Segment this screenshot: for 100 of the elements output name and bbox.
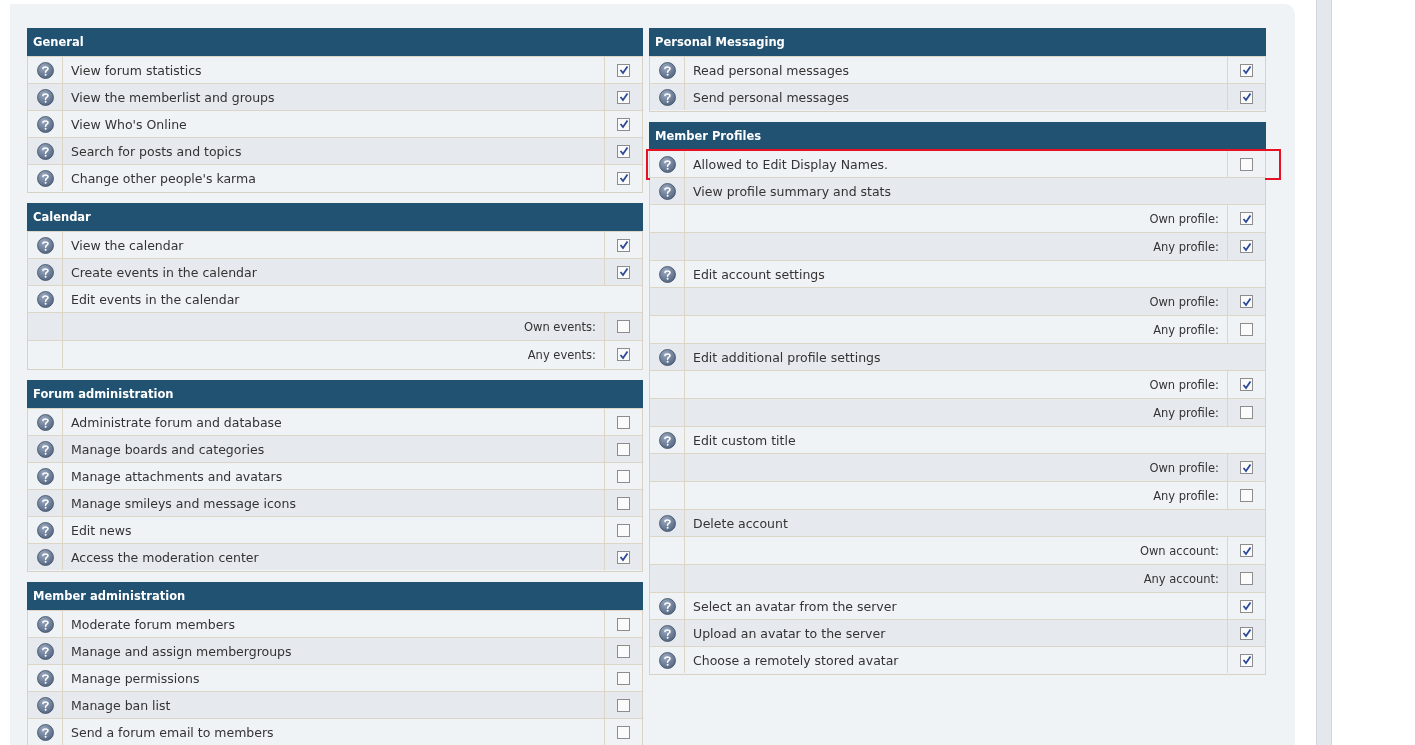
checkbox[interactable] — [617, 523, 630, 537]
checkbox[interactable] — [1240, 157, 1253, 171]
permission-label: Moderate forum members — [71, 616, 235, 632]
permission-label: Choose a remotely stored avatar — [693, 652, 899, 668]
help-icon[interactable] — [658, 155, 676, 173]
checkbox[interactable] — [617, 348, 630, 361]
checkbox[interactable] — [1240, 295, 1253, 308]
help-icon[interactable] — [36, 413, 54, 431]
help-icon[interactable] — [658, 514, 676, 532]
help-icon[interactable] — [658, 61, 676, 79]
help-icon[interactable] — [36, 142, 54, 160]
checkbox[interactable] — [617, 265, 630, 279]
help-icon[interactable] — [658, 265, 676, 283]
checkbox[interactable] — [1240, 489, 1253, 502]
checkbox[interactable] — [617, 442, 630, 456]
help-icon[interactable] — [658, 431, 676, 449]
checkbox[interactable] — [617, 90, 630, 104]
checkbox[interactable] — [1240, 572, 1253, 585]
section-header: Member Profiles — [649, 122, 1266, 150]
checkbox[interactable] — [1240, 653, 1253, 667]
checkbox[interactable] — [1240, 240, 1253, 253]
checkbox[interactable] — [1240, 378, 1253, 391]
permission-label: Read personal messages — [693, 62, 850, 78]
permission-label: Allowed to Edit Display Names. — [693, 156, 889, 172]
help-icon[interactable] — [36, 615, 54, 633]
help-icon[interactable] — [658, 597, 676, 615]
section-header: General — [27, 28, 643, 56]
section-header: Calendar — [27, 203, 643, 231]
checkbox[interactable] — [617, 144, 630, 158]
checkbox[interactable] — [617, 496, 630, 510]
option-label: Own profile: — [1149, 460, 1219, 475]
permission-label: Access the moderation center — [71, 549, 259, 565]
checkbox[interactable] — [617, 550, 630, 564]
help-icon[interactable] — [36, 669, 54, 687]
permission-label: Manage permissions — [71, 670, 200, 686]
help-icon[interactable] — [36, 521, 54, 539]
help-icon[interactable] — [36, 236, 54, 254]
help-icon[interactable] — [658, 651, 676, 669]
permission-label: Manage and assign membergroups — [71, 643, 292, 659]
permission-label: Search for posts and topics — [71, 143, 242, 159]
option-label: Any events: — [527, 347, 596, 362]
checkbox[interactable] — [1240, 626, 1253, 640]
checkbox[interactable] — [617, 698, 630, 712]
permission-label: Manage boards and categories — [71, 441, 265, 457]
permission-label: Manage attachments and avatars — [71, 468, 283, 484]
checkbox[interactable] — [1240, 406, 1253, 419]
help-icon[interactable] — [36, 494, 54, 512]
help-icon[interactable] — [36, 696, 54, 714]
permission-label: Manage ban list — [71, 697, 171, 713]
checkbox[interactable] — [617, 238, 630, 252]
checkbox[interactable] — [617, 644, 630, 658]
help-icon[interactable] — [36, 548, 54, 566]
checkbox[interactable] — [617, 469, 630, 483]
option-label: Own events: — [523, 319, 596, 334]
checkbox[interactable] — [617, 171, 630, 185]
option-label: Own profile: — [1149, 377, 1219, 392]
checkbox[interactable] — [1240, 323, 1253, 336]
permission-label: Edit custom title — [693, 432, 796, 448]
help-icon[interactable] — [36, 440, 54, 458]
option-label: Any profile: — [1153, 488, 1219, 503]
checkbox[interactable] — [1240, 599, 1253, 613]
checkbox[interactable] — [617, 320, 630, 333]
option-label: Any profile: — [1153, 239, 1219, 254]
help-icon[interactable] — [658, 88, 676, 106]
checkbox[interactable] — [617, 671, 630, 685]
help-icon[interactable] — [658, 624, 676, 642]
checkbox[interactable] — [1240, 461, 1253, 474]
option-label: Own account: — [1139, 543, 1219, 558]
permission-label: Administrate forum and database — [71, 414, 282, 430]
checkbox[interactable] — [1240, 63, 1253, 77]
permission-label: Edit account settings — [693, 266, 825, 282]
checkbox[interactable] — [617, 117, 630, 131]
help-icon[interactable] — [36, 290, 54, 308]
help-icon[interactable] — [36, 61, 54, 79]
permission-label: View the memberlist and groups — [71, 89, 275, 105]
checkbox[interactable] — [1240, 544, 1253, 557]
section-header: Forum administration — [27, 380, 643, 408]
checkbox[interactable] — [1240, 90, 1253, 104]
checkbox[interactable] — [617, 63, 630, 77]
help-icon[interactable] — [36, 169, 54, 187]
permission-label: View Who's Online — [71, 116, 187, 132]
permission-label: Upload an avatar to the server — [693, 625, 886, 641]
help-icon[interactable] — [36, 263, 54, 281]
permission-label: Select an avatar from the server — [693, 598, 897, 614]
help-icon[interactable] — [658, 182, 676, 200]
permission-label: View profile summary and stats — [693, 183, 892, 199]
help-icon[interactable] — [36, 642, 54, 660]
help-icon[interactable] — [36, 88, 54, 106]
option-label: Any account: — [1143, 571, 1219, 586]
option-label: Own profile: — [1149, 211, 1219, 226]
checkbox[interactable] — [617, 725, 630, 739]
help-icon[interactable] — [36, 467, 54, 485]
permission-label: Manage smileys and message icons — [71, 495, 296, 511]
help-icon[interactable] — [658, 348, 676, 366]
section-header: Personal Messaging — [649, 28, 1266, 56]
help-icon[interactable] — [36, 723, 54, 741]
checkbox[interactable] — [617, 617, 630, 631]
checkbox[interactable] — [1240, 212, 1253, 225]
help-icon[interactable] — [36, 115, 54, 133]
checkbox[interactable] — [617, 415, 630, 429]
